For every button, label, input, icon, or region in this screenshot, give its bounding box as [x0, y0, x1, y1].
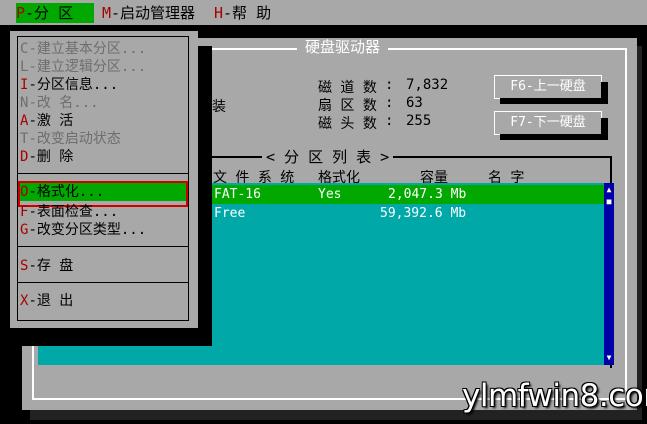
next-disk-button[interactable]: F7-下一硬盘 [494, 111, 602, 135]
menu-item-label: -改变分区类型... [28, 222, 147, 238]
menu-hotkey: H [214, 4, 224, 22]
menu-item-partition-info[interactable]: I-分区信息... [18, 76, 188, 94]
button-shadow [601, 118, 608, 140]
sectors-label: 扇 区 数 [318, 98, 377, 114]
menu-separator [17, 173, 189, 174]
menu-help[interactable]: H-帮 助 [214, 3, 271, 23]
menu-label: -启动管理器 [111, 4, 196, 22]
sectors-value-colon: : [385, 95, 394, 111]
button-shadow [500, 98, 608, 104]
menu-item-label: -改变启动状态 [28, 131, 121, 147]
menu-item-label: -改 名... [28, 95, 99, 111]
scroll-down-icon[interactable]: ▼ [604, 353, 614, 363]
watermark: ylmfwin8.com [462, 378, 647, 414]
menu-bar: P-分 区 M-启动管理器 H-帮 助 [0, 0, 647, 25]
menu-item-label: -存 盘 [28, 258, 74, 274]
menu-boot-manager[interactable]: M-启动管理器 [102, 3, 195, 23]
scroll-up-icon[interactable]: ▲ [604, 185, 614, 195]
menu-hotkey: P [16, 4, 26, 22]
menu-item-surface-test[interactable]: F-表面检查... [18, 203, 188, 221]
cylinders-value: 7,832 [406, 77, 449, 93]
menu-item-create-logical[interactable]: L-建立逻辑分区... [18, 58, 188, 76]
partition-list-title: < 分 区 列 表 > [262, 148, 394, 166]
menu-item-save[interactable]: S-存 盘 [18, 257, 188, 275]
menu-item-label: -激 活 [28, 113, 74, 129]
menu-label: -帮 助 [223, 4, 272, 22]
menu-separator [17, 282, 189, 283]
heads-value-colon: : [385, 113, 394, 129]
menu-item-exit[interactable]: X-退 出 [18, 292, 188, 310]
menu-item-create-primary[interactable]: C-建立基本分区... [18, 40, 188, 58]
sectors-value: 63 [406, 95, 423, 111]
heads-label: 磁 头 数 [318, 116, 377, 132]
scroll-thumb-icon[interactable]: ■ [604, 197, 614, 207]
menu-partition[interactable]: P-分 区 [16, 3, 94, 23]
row-formatted: Yes [318, 187, 342, 202]
menu-item-label: -建立逻辑分区... [28, 59, 147, 75]
row-capacity: 2,047.3 Mb [388, 187, 467, 202]
menu-item-activate[interactable]: A-激 活 [18, 112, 188, 130]
partition-dropdown-menu: C-建立基本分区... L-建立逻辑分区... I-分区信息... N-改 名.… [10, 31, 198, 328]
partial-label: 装 [212, 99, 226, 115]
menu-item-label: -删 除 [28, 149, 74, 165]
menu-item-label: -表面检查... [28, 204, 119, 220]
row-fs: Free [214, 206, 246, 221]
prev-disk-button[interactable]: F6-上一硬盘 [494, 75, 602, 99]
window-title: 硬盘驱动器 [297, 38, 389, 56]
menu-item-change-boot[interactable]: T-改变启动状态 [18, 130, 188, 148]
heads-value: 255 [406, 113, 432, 129]
row-fs: FAT-16 [214, 187, 261, 202]
button-shadow [500, 134, 608, 140]
cylinders-value-colon: : [385, 77, 394, 93]
list-scrollbar[interactable]: ▲ ■ ▼ [604, 183, 614, 365]
menu-item-delete[interactable]: D-删 除 [18, 148, 188, 166]
cylinders-label: 磁 道 数 [318, 80, 377, 96]
row-capacity: 59,392.6 Mb [380, 206, 467, 221]
menu-item-label: -分区信息... [28, 77, 119, 93]
menu-item-rename[interactable]: N-改 名... [18, 94, 188, 112]
menu-item-change-type[interactable]: G-改变分区类型... [18, 221, 188, 239]
menu-item-label: -建立基本分区... [28, 41, 147, 57]
menu-label: -分 区 [25, 4, 74, 22]
button-shadow [601, 82, 608, 104]
menu-hotkey: M [102, 4, 112, 22]
menu-separator [17, 246, 189, 247]
menu-item-label: -退 出 [28, 293, 74, 309]
